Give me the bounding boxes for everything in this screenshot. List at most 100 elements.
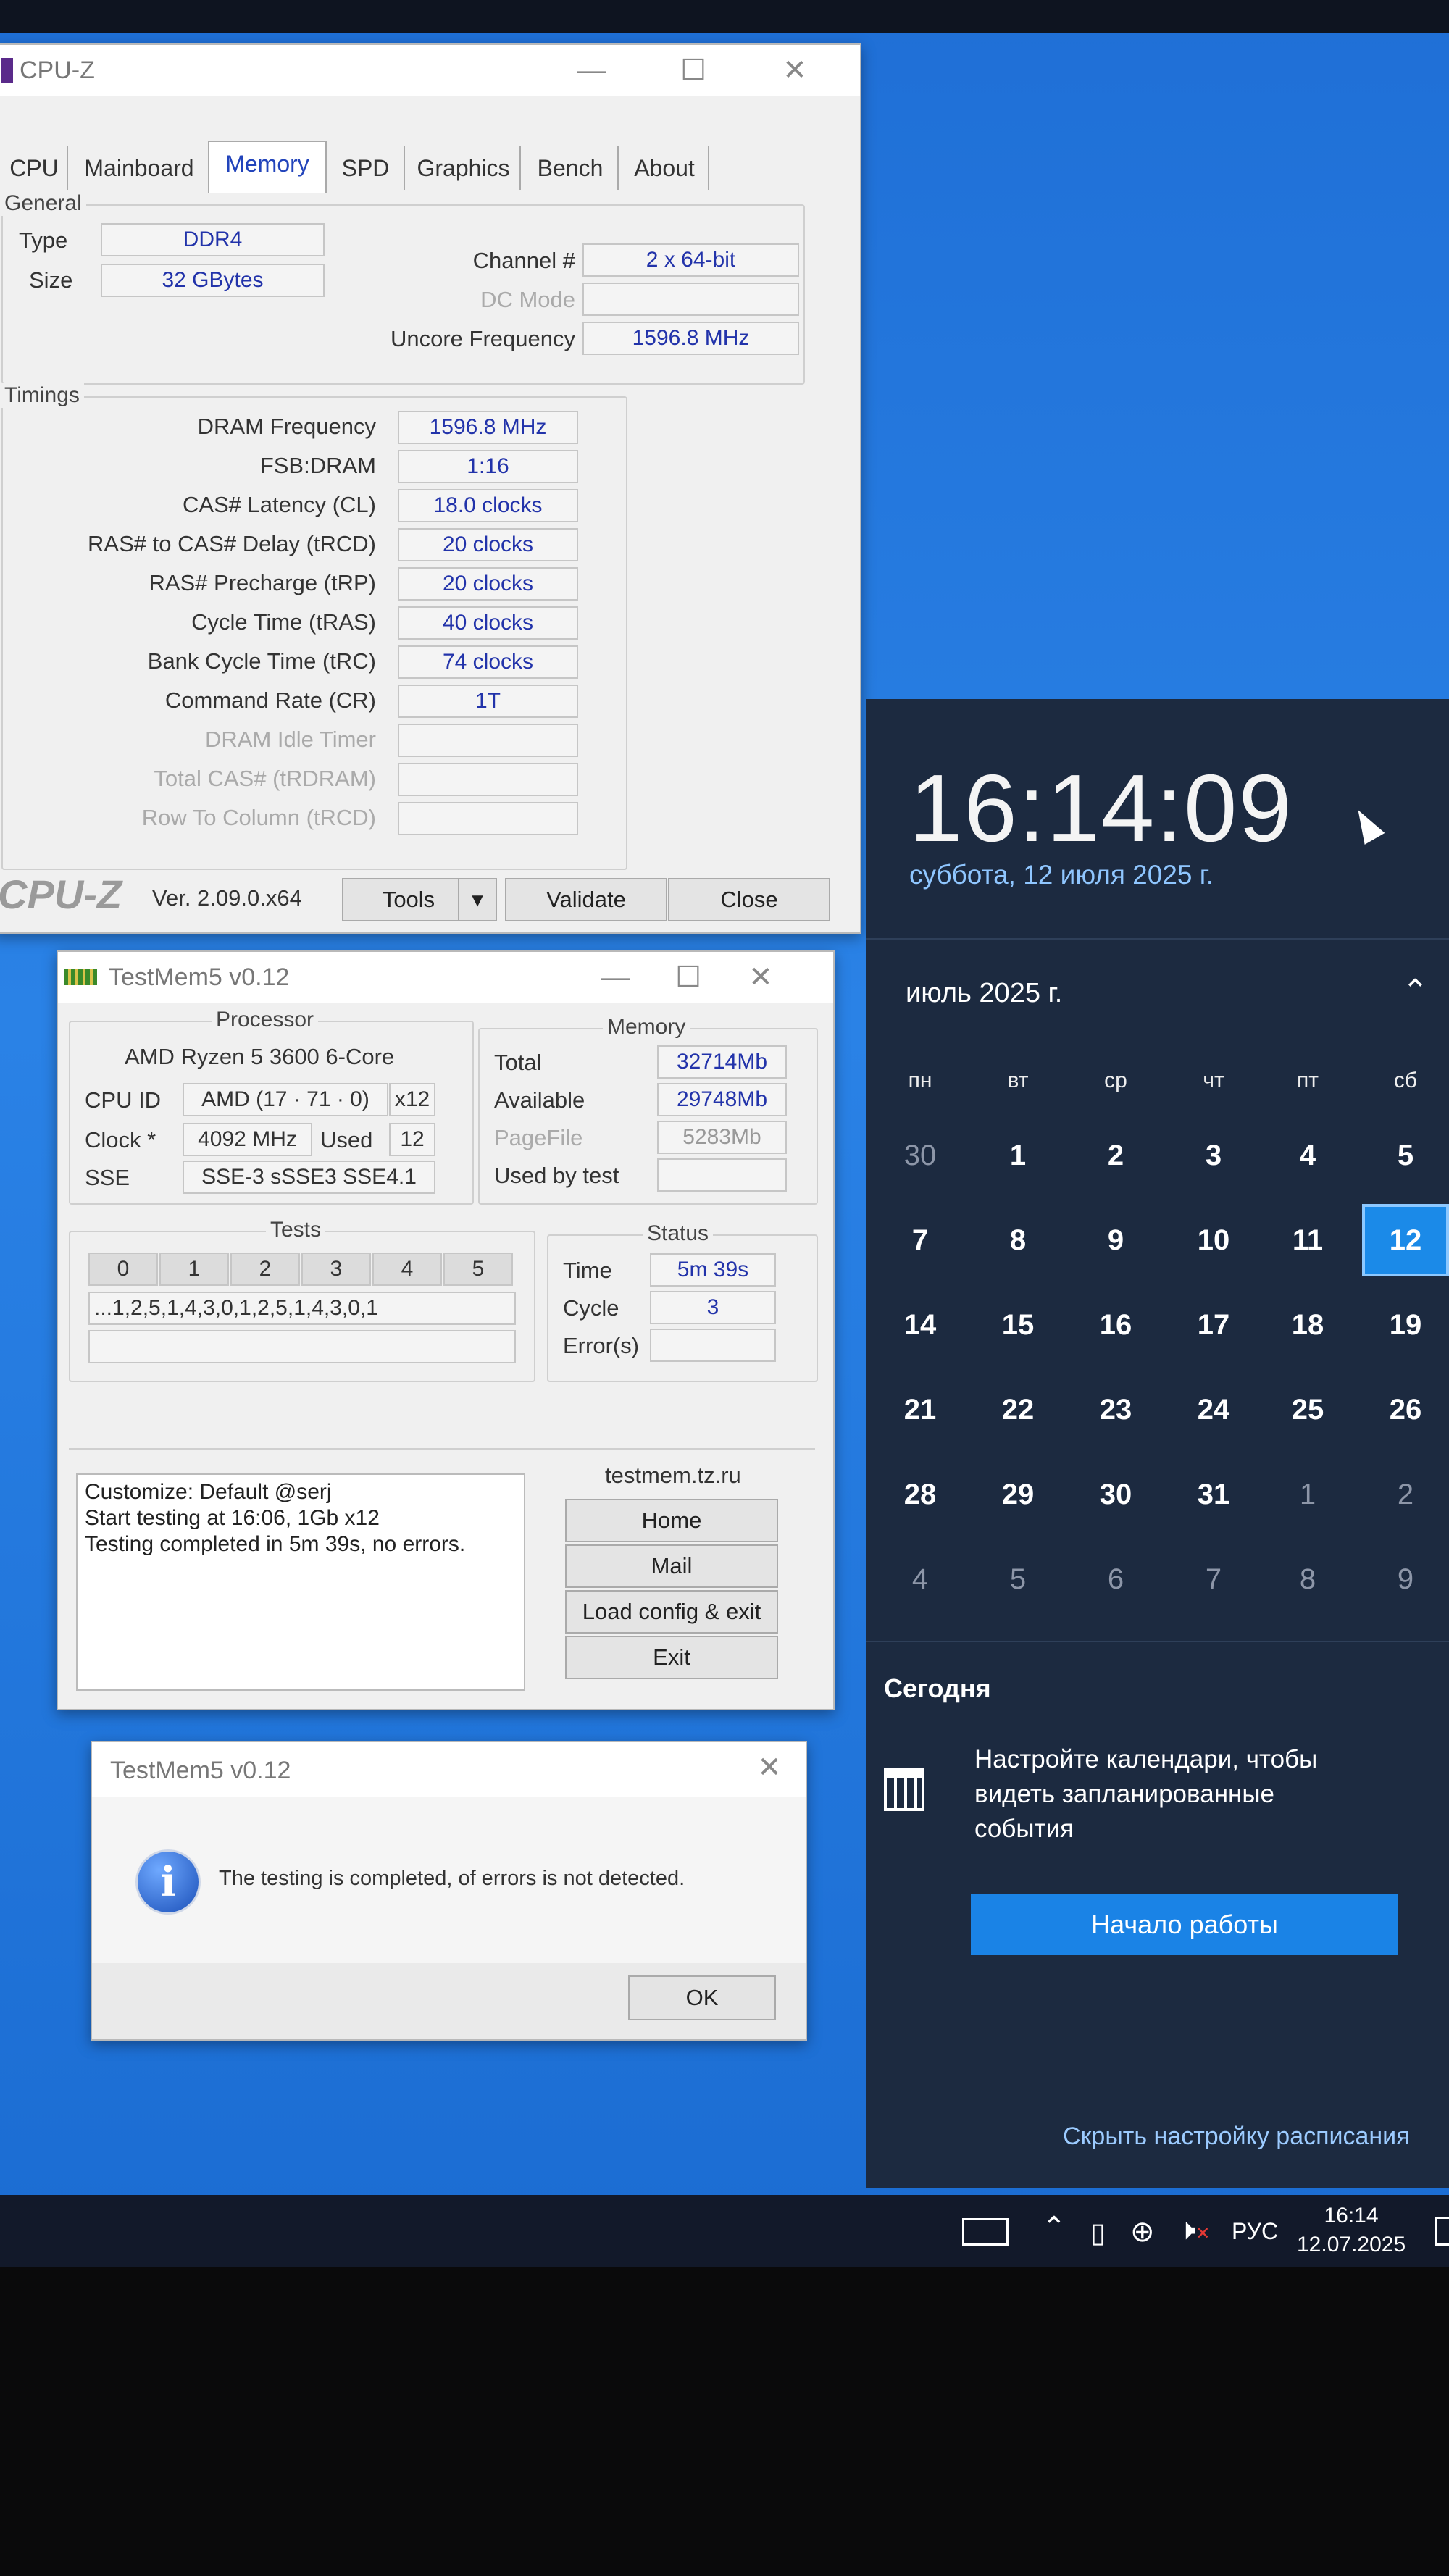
minimize-icon[interactable]: — (570, 52, 614, 88)
calendar-day[interactable]: 9 (1072, 1204, 1159, 1276)
log-line: Customize: Default @serj (85, 1480, 332, 1504)
month-label[interactable]: июль 2025 г. (906, 978, 1062, 1009)
tab-mainboard[interactable]: Mainboard (70, 146, 209, 190)
tools-label: Tools (382, 887, 435, 912)
weekday-header: сб (1393, 1069, 1418, 1092)
timing-value: 20 clocks (398, 567, 578, 601)
close-icon[interactable]: ✕ (739, 959, 782, 995)
validate-button[interactable]: Validate (505, 878, 667, 921)
calendar-day[interactable]: 29 (974, 1458, 1061, 1531)
ok-button[interactable]: OK (628, 1975, 776, 2020)
close-icon[interactable]: ✕ (748, 1749, 791, 1786)
home-button[interactable]: Home (565, 1499, 778, 1542)
weekday-header: пт (1297, 1069, 1319, 1092)
calendar-day[interactable]: 3 (1170, 1119, 1257, 1192)
maximize-icon[interactable]: ☐ (667, 959, 710, 995)
tab-bench[interactable]: Bench (523, 146, 619, 190)
exit-button[interactable]: Exit (565, 1636, 778, 1679)
timing-label: Row To Column (tRCD) (141, 805, 376, 830)
testmem-titlebar[interactable]: TestMem5 v0.12 — ☐ ✕ (58, 952, 833, 1003)
tools-button[interactable]: Tools (342, 878, 475, 921)
calendar-day[interactable]: 18 (1264, 1289, 1351, 1361)
calendar-day[interactable]: 5 (974, 1543, 1061, 1615)
calendar-day[interactable]: 15 (974, 1289, 1061, 1361)
cpuid-value: AMD (17 · 71 · 0) (183, 1083, 388, 1116)
calendar-day[interactable]: 21 (877, 1373, 964, 1446)
tab-spd[interactable]: SPD (327, 146, 405, 190)
completion-dialog: TestMem5 v0.12 ✕ i The testing is comple… (91, 1741, 807, 2041)
timing-value (398, 802, 578, 835)
calendar-day[interactable]: 1 (1264, 1458, 1351, 1531)
phone-link-icon[interactable]: ▯ (1090, 2217, 1106, 2249)
chevron-down-icon: ▾ (472, 887, 483, 912)
calendar-day[interactable]: 11 (1264, 1204, 1351, 1276)
cpuz-titlebar[interactable]: CPU-Z — ☐ ✕ (0, 45, 860, 96)
close-icon[interactable]: ✕ (773, 52, 817, 88)
timing-label: Bank Cycle Time (tRC) (147, 648, 376, 674)
taskbar-clock[interactable]: 16:14 12.07.2025 (1297, 2204, 1406, 2257)
notification-icon[interactable] (1435, 2217, 1449, 2246)
calendar-day[interactable]: 31 (1170, 1458, 1257, 1531)
test-id-cell: 3 (301, 1253, 371, 1286)
tab-memory[interactable]: Memory (208, 141, 327, 193)
sse-value: SSE-3 sSSE3 SSE4.1 (183, 1161, 435, 1194)
keyboard-icon[interactable] (962, 2218, 1009, 2246)
test-id-cell: 4 (372, 1253, 442, 1286)
calendar-day[interactable]: 8 (974, 1204, 1061, 1276)
calendar-day[interactable]: 8 (1264, 1543, 1351, 1615)
calendar-day[interactable]: 9 (1362, 1543, 1449, 1615)
tools-dropdown-button[interactable]: ▾ (458, 878, 497, 921)
timing-value: 1:16 (398, 450, 578, 483)
mail-button[interactable]: Mail (565, 1544, 778, 1588)
calendar-day[interactable]: 24 (1170, 1373, 1257, 1446)
start-button[interactable]: Начало работы (971, 1894, 1398, 1955)
calendar-day[interactable]: 30 (877, 1119, 964, 1192)
calendar-day[interactable]: 2 (1362, 1458, 1449, 1531)
timing-label: RAS# Precharge (tRP) (149, 570, 376, 595)
speaker-muted-icon[interactable]: 🕨✕ (1177, 2214, 1210, 2246)
minimize-icon[interactable]: — (594, 959, 638, 995)
channel-value: 2 x 64-bit (582, 243, 799, 277)
log-textarea[interactable]: Customize: Default @serj Start testing a… (76, 1473, 525, 1691)
calendar-day[interactable]: 19 (1362, 1289, 1449, 1361)
calendar-day[interactable]: 2 (1072, 1119, 1159, 1192)
calendar-flyout: 16:14:09 суббота, 12 июля 2025 г. июль 2… (866, 699, 1449, 2188)
calendar-day[interactable]: 26 (1362, 1373, 1449, 1446)
timing-label: Total CAS# (tRDRAM) (154, 766, 376, 791)
language-indicator[interactable]: РУС (1232, 2218, 1278, 2245)
calendar-day[interactable]: 30 (1072, 1458, 1159, 1531)
calendar-day[interactable]: 10 (1170, 1204, 1257, 1276)
calendar-day[interactable]: 7 (1170, 1543, 1257, 1615)
calendar-day[interactable]: 5 (1362, 1119, 1449, 1192)
tab-about[interactable]: About (621, 146, 709, 190)
date-long[interactable]: суббота, 12 июля 2025 г. (909, 860, 1214, 890)
calendar-day-today[interactable]: 12 (1362, 1204, 1449, 1276)
calendar-day[interactable]: 17 (1170, 1289, 1257, 1361)
load-config-exit-button[interactable]: Load config & exit (565, 1590, 778, 1634)
info-icon: i (135, 1849, 201, 1915)
tab-cpu[interactable]: CPU (1, 146, 68, 190)
calendar-day[interactable]: 7 (877, 1204, 964, 1276)
close-button[interactable]: Close (668, 878, 830, 921)
calendar-day[interactable]: 14 (877, 1289, 964, 1361)
calendar-day[interactable]: 22 (974, 1373, 1061, 1446)
network-globe-icon[interactable]: ⊕ (1130, 2215, 1155, 2249)
cpuz-window: CPU-Z — ☐ ✕ CPU Mainboard Memory SPD Gra… (0, 43, 861, 934)
tab-graphics[interactable]: Graphics (407, 146, 521, 190)
chevron-up-icon[interactable]: ⌃ (1042, 2211, 1066, 2244)
calendar-day[interactable]: 1 (974, 1119, 1061, 1192)
timing-value (398, 724, 578, 757)
maximize-icon[interactable]: ☐ (672, 52, 715, 88)
dialog-titlebar[interactable]: TestMem5 v0.12 ✕ (92, 1742, 806, 1797)
calendar-day[interactable]: 23 (1072, 1373, 1159, 1446)
clock-large: 16:14:09 (909, 755, 1293, 861)
calendar-day[interactable]: 28 (877, 1458, 964, 1531)
calendar-day[interactable]: 4 (877, 1543, 964, 1615)
timing-value: 20 clocks (398, 528, 578, 561)
calendar-day[interactable]: 16 (1072, 1289, 1159, 1361)
calendar-day[interactable]: 6 (1072, 1543, 1159, 1615)
calendar-day[interactable]: 25 (1264, 1373, 1351, 1446)
calendar-day[interactable]: 4 (1264, 1119, 1351, 1192)
chevron-up-icon[interactable]: ⌃ (1402, 973, 1429, 1010)
hide-schedule-link[interactable]: Скрыть настройку расписания (1063, 2123, 1410, 2151)
